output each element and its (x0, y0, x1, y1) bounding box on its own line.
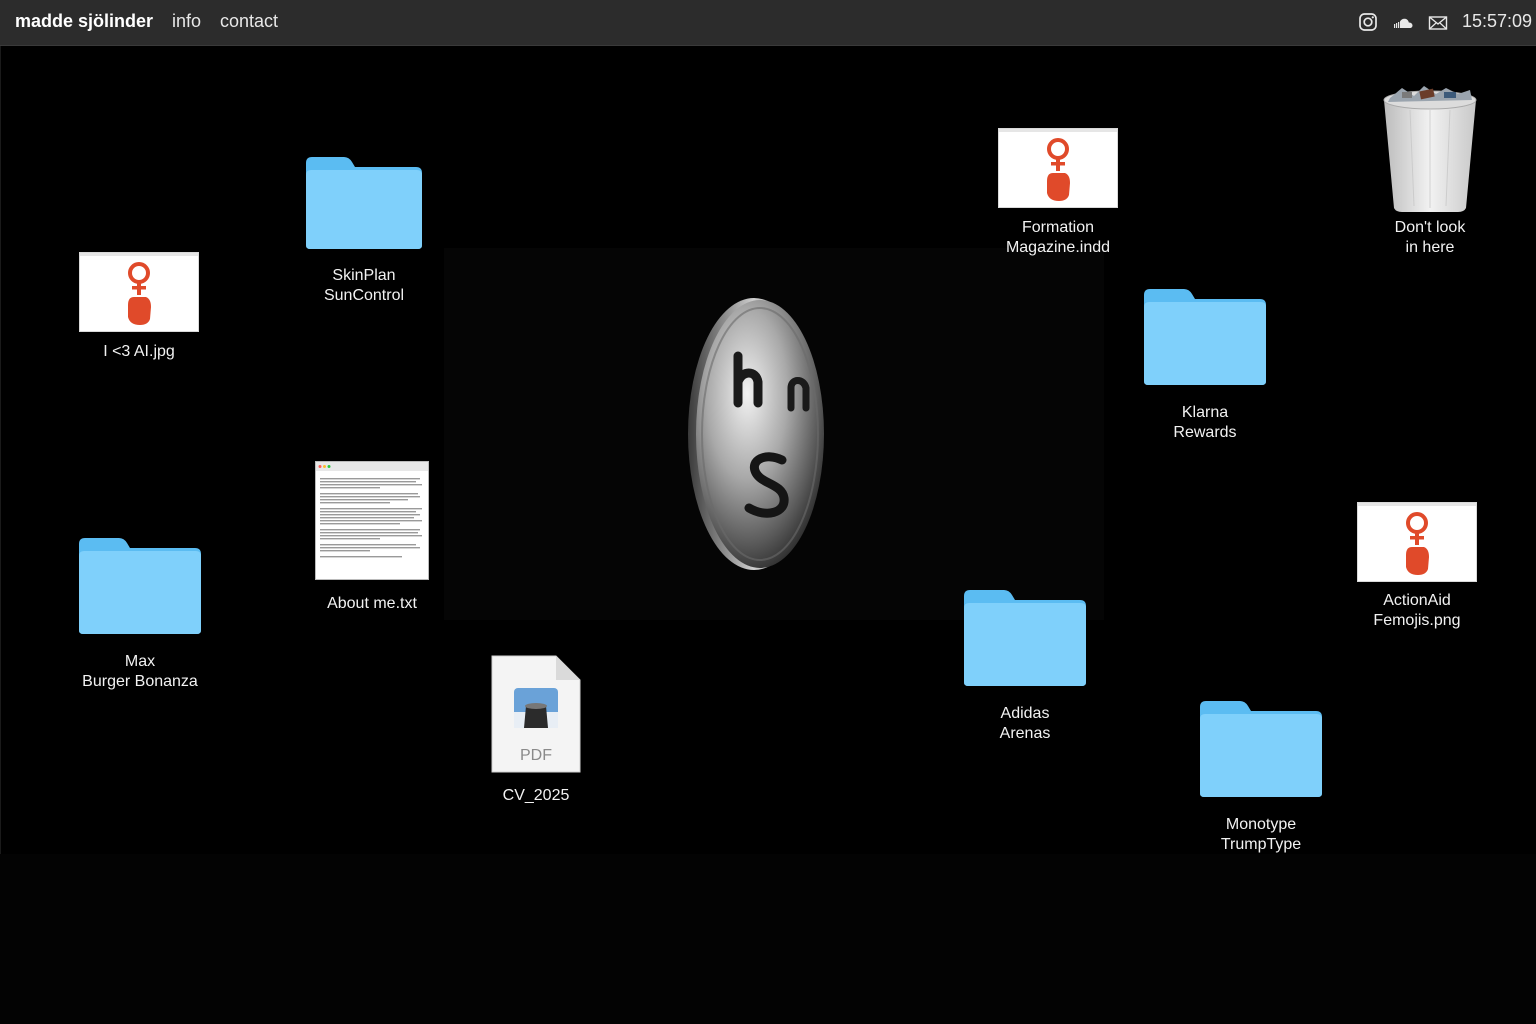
folder-icon-klarna[interactable] (1142, 287, 1268, 387)
folder-label-skinplan[interactable]: SkinPlan SunControl (304, 266, 424, 306)
image-thumbnail-formation[interactable] (998, 128, 1118, 208)
folder-icon-monotype[interactable] (1198, 699, 1324, 799)
site-brand[interactable]: madde sjölinder (15, 11, 153, 32)
femoji-icon (1358, 503, 1476, 575)
instagram-icon[interactable] (1358, 12, 1378, 32)
soundcloud-icon[interactable] (1392, 13, 1414, 33)
text-document-icon (316, 462, 428, 558)
menu-bar: madde sjölinder info contact 15:57:09 (0, 0, 1536, 46)
page-footer-area (0, 854, 1536, 1024)
trash-label[interactable]: Don't look in here (1370, 218, 1490, 258)
image-thumbnail-ai-jpg[interactable] (79, 252, 199, 332)
folder-icon-max[interactable] (77, 536, 203, 636)
femoji-icon (80, 253, 198, 325)
pdf-badge: PDF (520, 747, 552, 764)
folder-icon-skinplan[interactable] (304, 155, 424, 251)
file-label-actionaid[interactable]: ActionAid Femojis.png (1347, 591, 1487, 631)
menu-info-link[interactable]: info (172, 11, 201, 32)
folder-icon-adidas[interactable] (962, 588, 1088, 688)
file-label-ai-jpg[interactable]: I <3 AI.jpg (79, 342, 199, 362)
femoji-icon (999, 129, 1117, 201)
file-label-cv[interactable]: CV_2025 (476, 786, 596, 806)
trash-icon[interactable] (1380, 86, 1480, 214)
file-label-about[interactable]: About me.txt (306, 594, 438, 614)
coin-logo-image (688, 298, 824, 570)
menu-contact-link[interactable]: contact (220, 11, 278, 32)
file-label-formation[interactable]: Formation Magazine.indd (988, 218, 1128, 258)
folder-label-max[interactable]: Max Burger Bonanza (70, 652, 210, 692)
mail-icon[interactable] (1428, 13, 1448, 33)
image-thumbnail-actionaid[interactable] (1357, 502, 1477, 582)
clock: 15:57:09 (1462, 11, 1533, 31)
text-file-thumbnail-about[interactable] (315, 461, 429, 580)
showreel-video[interactable] (444, 248, 1104, 620)
folder-label-klarna[interactable]: Klarna Rewards (1144, 403, 1266, 443)
folder-label-adidas[interactable]: Adidas Arenas (964, 704, 1086, 744)
folder-label-monotype[interactable]: Monotype TrumpType (1195, 815, 1327, 855)
